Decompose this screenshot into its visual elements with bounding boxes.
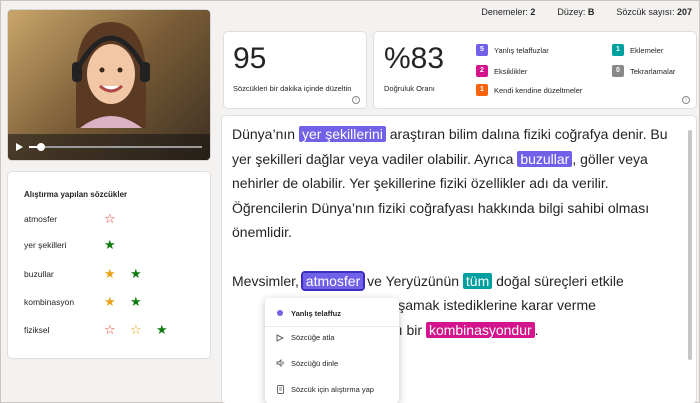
session-stats: Denemeler: 2 Düzey: B Sözcük sayısı: 207 bbox=[481, 7, 692, 17]
play-icon[interactable] bbox=[16, 143, 23, 151]
practiced-word: atmosfer bbox=[24, 214, 58, 224]
dot-icon bbox=[276, 309, 284, 317]
legend-label: Yanlış telaffuzlar bbox=[494, 45, 549, 55]
mispronunciation-count: 5 bbox=[476, 44, 488, 56]
wpm-value: 95 bbox=[233, 42, 267, 75]
star-half-yellow-icon: ☆ bbox=[130, 322, 142, 337]
practiced-word: fiziksel bbox=[24, 325, 50, 335]
star-half-yellow-icon: ★ bbox=[104, 294, 116, 309]
play-outline-icon bbox=[276, 333, 284, 342]
menu-header: Yanlış telaffuz bbox=[265, 302, 399, 324]
menu-item-listen-to-word[interactable]: Sözcüğü dinle bbox=[265, 352, 399, 374]
document-icon bbox=[276, 384, 284, 394]
omission-count: 2 bbox=[476, 65, 488, 77]
mispronounced-word[interactable]: yer şekillerini bbox=[298, 126, 386, 142]
legend-label: Kendi kendine düzeltmeler bbox=[494, 85, 583, 95]
omitted-word[interactable]: kombinasyondur bbox=[425, 321, 535, 338]
star-filled-green-icon: ★ bbox=[130, 266, 142, 281]
star-filled-green-icon: ★ bbox=[130, 294, 142, 309]
legend-label: Eklemeler bbox=[630, 45, 664, 55]
self-correction-count: 1 bbox=[476, 84, 488, 96]
seek-bar[interactable] bbox=[29, 143, 202, 151]
speaker-icon bbox=[276, 359, 284, 367]
scrollbar[interactable] bbox=[688, 130, 692, 360]
practiced-words-card: Alıştırma yapılan sözcükler atmosfer ☆ y… bbox=[8, 172, 210, 358]
practiced-word: buzullar bbox=[24, 269, 54, 279]
wordcount-stat: Sözcük sayısı: 207 bbox=[616, 7, 692, 17]
accuracy-card: %83 Doğruluk Oranı 5 Yanlış telaffuzlar … bbox=[374, 32, 696, 108]
menu-item-jump-to-word[interactable]: Sözcüğe atla bbox=[265, 326, 399, 348]
practiced-word: yer şekilleri bbox=[24, 240, 67, 250]
wpm-card: 95 Sözcükleri bir dakika içinde düzeltin… bbox=[224, 32, 366, 108]
star-filled-green-icon: ★ bbox=[156, 322, 168, 337]
student-video-thumbnail bbox=[72, 22, 150, 128]
legend-omissions: 2 Eksiklikler bbox=[476, 65, 527, 77]
accuracy-value: %83 bbox=[384, 42, 445, 75]
repetition-count: 0 bbox=[612, 65, 624, 77]
inserted-word[interactable]: tüm bbox=[462, 272, 493, 289]
star-filled-green-icon: ★ bbox=[104, 237, 116, 252]
accuracy-label: Doğruluk Oranı bbox=[384, 84, 435, 93]
level-stat: Düzey: B bbox=[557, 7, 595, 17]
practiced-word: kombinasyon bbox=[24, 297, 75, 307]
video-controls bbox=[8, 134, 210, 160]
legend-mispronunciations: 5 Yanlış telaffuzlar bbox=[476, 44, 549, 56]
insertion-count: 1 bbox=[612, 44, 624, 56]
star-outline-red-icon: ☆ bbox=[104, 322, 116, 337]
mispronounced-word[interactable]: buzullar bbox=[517, 150, 573, 167]
wpm-label: Sözcükleri bir dakika içinde düzeltin bbox=[233, 84, 352, 93]
legend-insertions: 1 Eklemeler bbox=[612, 44, 663, 56]
word-context-menu: Yanlış telaffuz Sözcüğe atla Sözcüğü din… bbox=[265, 298, 399, 403]
attempts-stat: Denemeler: 2 bbox=[481, 7, 536, 17]
info-icon[interactable]: i bbox=[352, 96, 360, 104]
legend-repetitions: 0 Tekrarlamalar bbox=[612, 65, 675, 77]
legend-self-corrections: 1 Kendi kendine düzeltmeler bbox=[476, 84, 582, 96]
passage-paragraph: Dünya’nın yer şekillerini araştıran bili… bbox=[232, 126, 668, 240]
video-player[interactable] bbox=[8, 10, 210, 160]
seek-handle[interactable] bbox=[37, 143, 45, 151]
legend-label: Eksiklikler bbox=[494, 66, 528, 76]
practiced-words-title: Alıştırma yapılan sözcükler bbox=[24, 190, 128, 199]
selected-mispronounced-word[interactable]: atmosfer bbox=[300, 270, 366, 291]
menu-item-practice-word[interactable]: Sözcük için alıştırma yap bbox=[265, 378, 399, 400]
star-outline-red-icon: ☆ bbox=[104, 211, 116, 226]
star-half-yellow-icon: ★ bbox=[104, 266, 116, 281]
legend-label: Tekrarlamalar bbox=[630, 66, 676, 76]
info-icon[interactable]: i bbox=[682, 96, 690, 104]
